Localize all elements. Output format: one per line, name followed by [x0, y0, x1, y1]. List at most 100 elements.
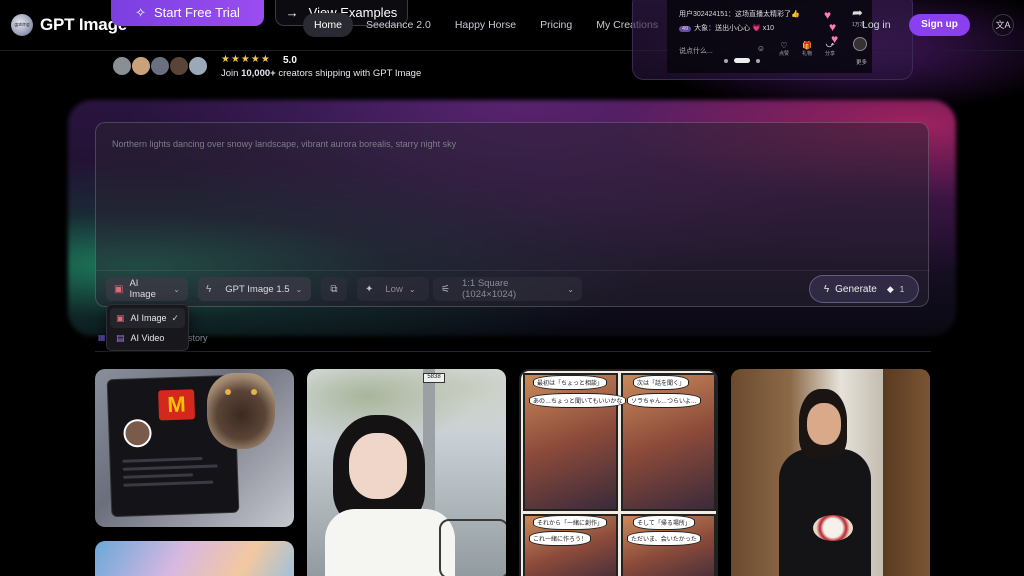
- dropdown-item-label: AI Image: [130, 313, 167, 323]
- dropdown-item-ai-image[interactable]: ▣ AI Image ✓: [110, 308, 185, 328]
- sparkle-icon: ✧: [135, 4, 146, 20]
- generate-label: Generate: [835, 283, 877, 295]
- image-icon: ▣: [116, 312, 125, 323]
- carousel-dot[interactable]: [756, 58, 760, 63]
- star-rating-icon: ★★★★★: [221, 54, 271, 65]
- speech-bubble: ただいま、会いたかった: [627, 531, 701, 546]
- prompt-panel: ▣ AI Image ⌄ ϟ GPT Image 1.5 ⌄ ⧉ ✦ Low ⌄…: [95, 122, 930, 307]
- arrow-right-icon: →: [285, 5, 299, 20]
- aspect-label: 1:1 Square (1024×1024): [461, 278, 517, 300]
- join-text: Join 10,000+ creators shipping with GPT …: [221, 68, 422, 79]
- model-label: GPT Image 1.5: [225, 283, 290, 295]
- carousel-dot[interactable]: [724, 58, 728, 63]
- chat-input[interactable]: 说点什么...: [679, 46, 713, 56]
- quality-select[interactable]: ✦ Low ⌄: [357, 277, 429, 301]
- creator-avatars: [112, 56, 208, 76]
- nav-home[interactable]: Home: [303, 13, 354, 37]
- chat-message: 49 大象：送出小心心 💗 x10: [679, 23, 774, 33]
- lightning-icon: ϟ: [823, 283, 830, 295]
- brand-logo-icon[interactable]: gptimg: [11, 14, 33, 36]
- text-lines: [122, 456, 223, 491]
- start-free-trial-button[interactable]: ✧ Start Free Trial: [111, 0, 264, 26]
- diamond-icon: ◆: [886, 283, 894, 294]
- emoji-icon[interactable]: ☺: [753, 44, 769, 53]
- avatar: [112, 56, 132, 76]
- user-level-badge: 49: [679, 26, 692, 32]
- start-free-trial-label: Start Free Trial: [153, 5, 240, 20]
- gallery-card[interactable]: M: [95, 369, 294, 527]
- rating-value: 5.0: [283, 55, 297, 66]
- sparkle-icon: ✦: [365, 283, 374, 295]
- logo-block: M: [158, 389, 196, 421]
- nav-pricing[interactable]: Pricing: [529, 13, 583, 37]
- check-icon: ✓: [171, 312, 179, 323]
- speech-bubble: それから「一緒に創作」: [533, 515, 608, 530]
- lightning-icon: ϟ: [206, 283, 212, 295]
- gift-icon[interactable]: 🎁 礼物: [799, 41, 815, 57]
- chat-message-text: 大象：送出小心心 💗 x10: [694, 25, 775, 32]
- tab-history[interactable]: story: [188, 333, 208, 343]
- nav-happy-horse[interactable]: Happy Horse: [444, 13, 527, 37]
- sign-plate: 5838: [423, 373, 445, 383]
- avatar: [150, 56, 170, 76]
- speech-bubble: 最初は「ちょっと相談」: [533, 375, 608, 390]
- mode-label: AI Image: [129, 278, 156, 300]
- avatar: [131, 56, 151, 76]
- chevron-down-icon: ⌄: [173, 284, 180, 294]
- aspect-ratio-select[interactable]: ⚟ 1:1 Square (1024×1024) ⌄: [433, 277, 582, 301]
- grid-icon: ▦: [98, 333, 106, 342]
- live-stream-preview: 用户302424151：这场直播太精彩了👍 49 大象：送出小心心 💗 x10 说…: [632, 0, 913, 80]
- creations-tabs: ▦ story: [95, 330, 931, 352]
- avatar: [188, 56, 208, 76]
- figure-face: [349, 433, 407, 499]
- signup-button[interactable]: Sign up: [909, 14, 970, 36]
- mode-select[interactable]: ▣ AI Image ⌄: [106, 277, 188, 301]
- carousel-dots: [724, 58, 760, 63]
- avatar: [169, 56, 189, 76]
- speech-bubble: そして「帰る場所」: [633, 515, 695, 530]
- figure-face: [807, 403, 841, 445]
- nav-seedance[interactable]: Seedance 2.0: [355, 13, 442, 37]
- main-nav: Home Seedance 2.0 Happy Horse Pricing My…: [303, 13, 671, 37]
- dropdown-item-ai-video[interactable]: ▤ AI Video: [110, 328, 185, 348]
- mode-dropdown: ▣ AI Image ✓ ▤ AI Video: [106, 304, 189, 351]
- live-actions: ☺ ♡ 点赞 🎁 礼物 ⤻ 分享: [753, 40, 838, 57]
- speech-bubble: これ一緒に作ろう！: [529, 531, 592, 546]
- streamer-avatar[interactable]: [853, 37, 867, 51]
- dropdown-item-label: AI Video: [130, 333, 165, 343]
- upload-image-button[interactable]: ⧉: [321, 277, 347, 301]
- prompt-input[interactable]: [112, 139, 912, 259]
- sliders-icon: ⚟: [441, 283, 450, 295]
- gallery-card[interactable]: [731, 369, 930, 576]
- chevron-down-icon: ⌄: [408, 284, 416, 294]
- speech-bubble: 次は「話を聞く」: [633, 375, 690, 390]
- speech-bubble: あの…ちょっと聞いてもいいかな: [529, 393, 627, 408]
- figure-body: [779, 449, 871, 576]
- image-icon: ▣: [114, 283, 124, 295]
- language-icon[interactable]: 文A: [992, 14, 1014, 36]
- like-icon[interactable]: ♡ 点赞: [776, 41, 792, 57]
- gallery-card[interactable]: [95, 541, 294, 576]
- quality-label: Low: [385, 283, 403, 295]
- bicycle: [439, 519, 506, 576]
- model-select[interactable]: ϟ GPT Image 1.5 ⌄: [198, 277, 311, 301]
- gallery-card[interactable]: 最初は「ちょっと相談」 次は「話を聞く」 それから「一緒に創作」 そして「帰る場…: [519, 369, 718, 576]
- avatar: [123, 418, 153, 448]
- credit-cost: 1: [899, 284, 905, 294]
- login-link[interactable]: Log in: [862, 19, 891, 31]
- video-icon: ▤: [116, 332, 125, 343]
- more-label[interactable]: 更多: [856, 58, 867, 66]
- toolbar-divider: [96, 270, 930, 271]
- figure-shirt: [325, 509, 455, 576]
- chevron-down-icon: ⌄: [295, 284, 303, 294]
- gallery-card[interactable]: 5838: [307, 369, 506, 576]
- image-upload-icon: ⧉: [330, 283, 338, 295]
- speech-bubble: ソラちゃん…つらいよ…: [627, 393, 701, 408]
- generate-button[interactable]: ϟ Generate ◆ 1: [809, 275, 919, 303]
- heart-icon: ♥: [831, 32, 839, 46]
- cat-figure: [207, 373, 275, 449]
- door-frame: [883, 369, 930, 576]
- cake: [813, 515, 853, 541]
- chat-message: 用户302424151：这场直播太精彩了👍: [679, 11, 800, 18]
- carousel-dot-active[interactable]: [734, 58, 750, 63]
